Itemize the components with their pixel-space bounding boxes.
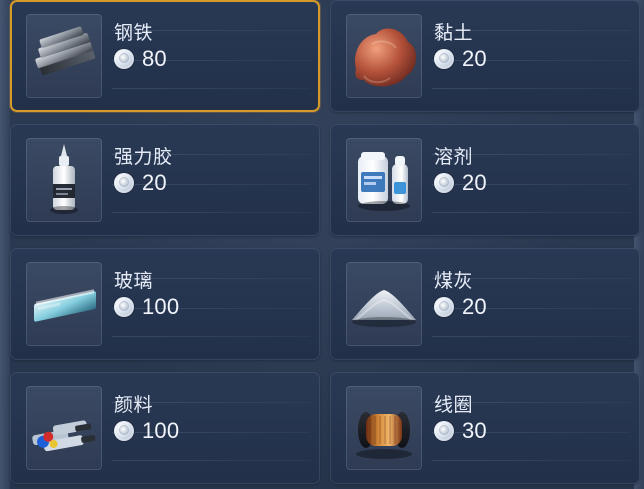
price-value: 20 [462, 46, 487, 71]
price-value: 20 [462, 170, 487, 195]
item-card-ash[interactable]: 煤灰 20 [330, 248, 640, 360]
silver-coin-icon [434, 297, 454, 317]
card-divider [112, 336, 310, 337]
paint-thumb [26, 386, 102, 470]
item-card-coil[interactable]: 线圈 30 [330, 372, 640, 484]
glue-bottle-icon [50, 144, 78, 214]
silver-coin-icon [114, 297, 134, 317]
ash-pile-icon [352, 290, 416, 327]
item-name: 溶剂 [434, 146, 474, 168]
price-value: 20 [462, 294, 487, 319]
item-price: 30 [434, 418, 487, 444]
card-divider [112, 212, 310, 213]
glass-sheet-icon [34, 289, 96, 322]
glass-thumb [26, 262, 102, 346]
silver-coin-icon [114, 173, 134, 193]
glue-thumb [26, 138, 102, 222]
steel-ingot-icon [35, 26, 96, 76]
price-value: 100 [142, 294, 180, 319]
item-name: 钢铁 [114, 22, 154, 44]
price-value: 20 [142, 170, 167, 195]
item-name: 黏土 [434, 22, 474, 44]
item-name: 线圈 [434, 394, 474, 416]
card-divider [432, 212, 630, 213]
silver-coin-icon [434, 173, 454, 193]
item-name: 玻璃 [114, 270, 154, 292]
card-divider [432, 336, 630, 337]
card-divider [432, 460, 630, 461]
price-value: 100 [142, 418, 180, 443]
item-card-steel[interactable]: 钢铁 80 [10, 0, 320, 112]
card-divider [112, 460, 310, 461]
solvent-bottles-icon [358, 152, 410, 211]
coil-thumb [346, 386, 422, 470]
price-value: 80 [142, 46, 167, 71]
item-card-paint[interactable]: 颜料 100 [10, 372, 320, 484]
paint-tubes-icon [32, 420, 96, 452]
price-value: 30 [462, 418, 487, 443]
clay-icon [354, 28, 417, 87]
clay-thumb [346, 14, 422, 98]
item-card-glue[interactable]: 强力胶 20 [10, 124, 320, 236]
silver-coin-icon [434, 49, 454, 69]
card-divider [112, 88, 310, 89]
item-grid: 钢铁 80 黏土 20 强力胶 20 溶剂 20 玻璃 100 煤灰 20 颜料… [10, 0, 640, 489]
item-name: 颜料 [114, 394, 154, 416]
item-price: 20 [434, 294, 487, 320]
item-card-clay[interactable]: 黏土 20 [330, 0, 640, 112]
solvent-thumb [346, 138, 422, 222]
item-price: 20 [434, 46, 487, 72]
item-price: 20 [114, 170, 167, 196]
left-edge [0, 0, 10, 489]
item-name: 强力胶 [114, 146, 173, 168]
silver-coin-icon [114, 421, 134, 441]
card-divider [432, 88, 630, 89]
item-name: 煤灰 [434, 270, 474, 292]
item-price: 100 [114, 294, 179, 320]
silver-coin-icon [434, 421, 454, 441]
item-card-glass[interactable]: 玻璃 100 [10, 248, 320, 360]
silver-coin-icon [114, 49, 134, 69]
item-price: 80 [114, 46, 167, 72]
steel-thumb [26, 14, 102, 98]
ash-thumb [346, 262, 422, 346]
item-price: 100 [114, 418, 179, 444]
copper-coil-icon [356, 412, 412, 459]
item-card-solvent[interactable]: 溶剂 20 [330, 124, 640, 236]
item-price: 20 [434, 170, 487, 196]
